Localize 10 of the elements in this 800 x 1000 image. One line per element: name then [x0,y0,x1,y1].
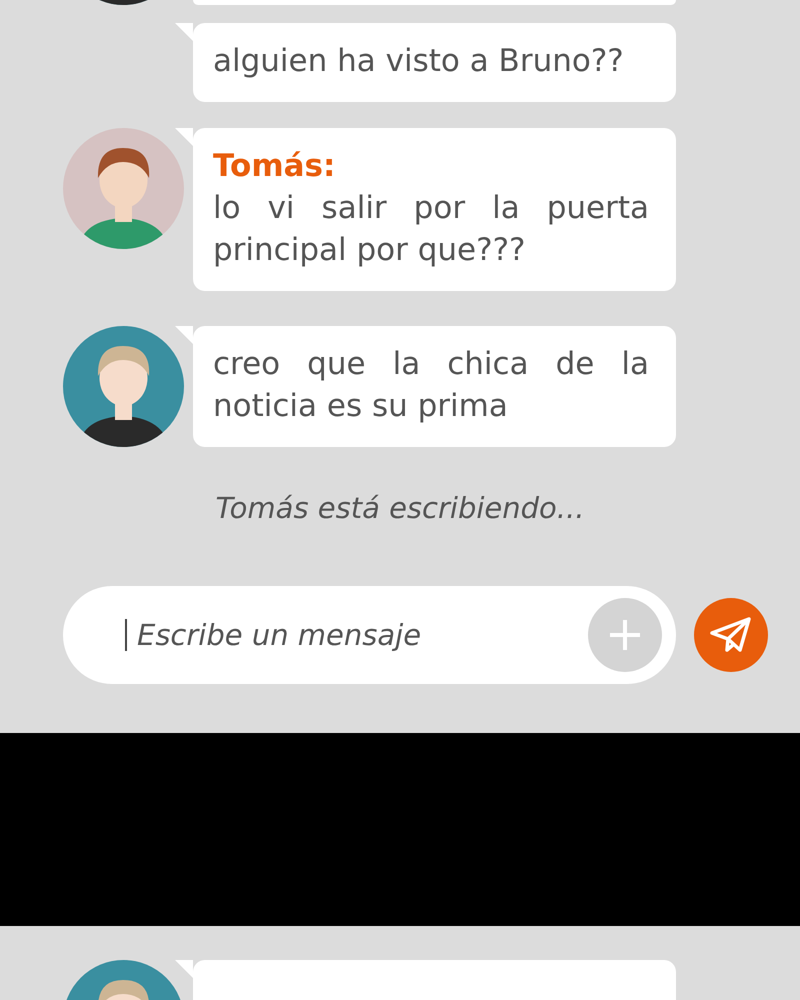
sender-name: Tomás: [213,147,336,186]
message-input[interactable]: Escribe un mensaje [137,618,588,652]
message-text: creo que la chica de la noticia es su prima [213,345,649,426]
send-icon [710,616,752,654]
message-field[interactable]: Escribe un mensaje [63,586,676,684]
message-text: alguien ha visto a Bruno?? [213,42,625,81]
message-text: lo vi salir por la puerta principal por que??? [213,189,649,270]
typing-indicator: Tomás está escribiendo... [216,491,584,525]
plus-icon [608,618,642,652]
text-cursor [125,619,127,651]
